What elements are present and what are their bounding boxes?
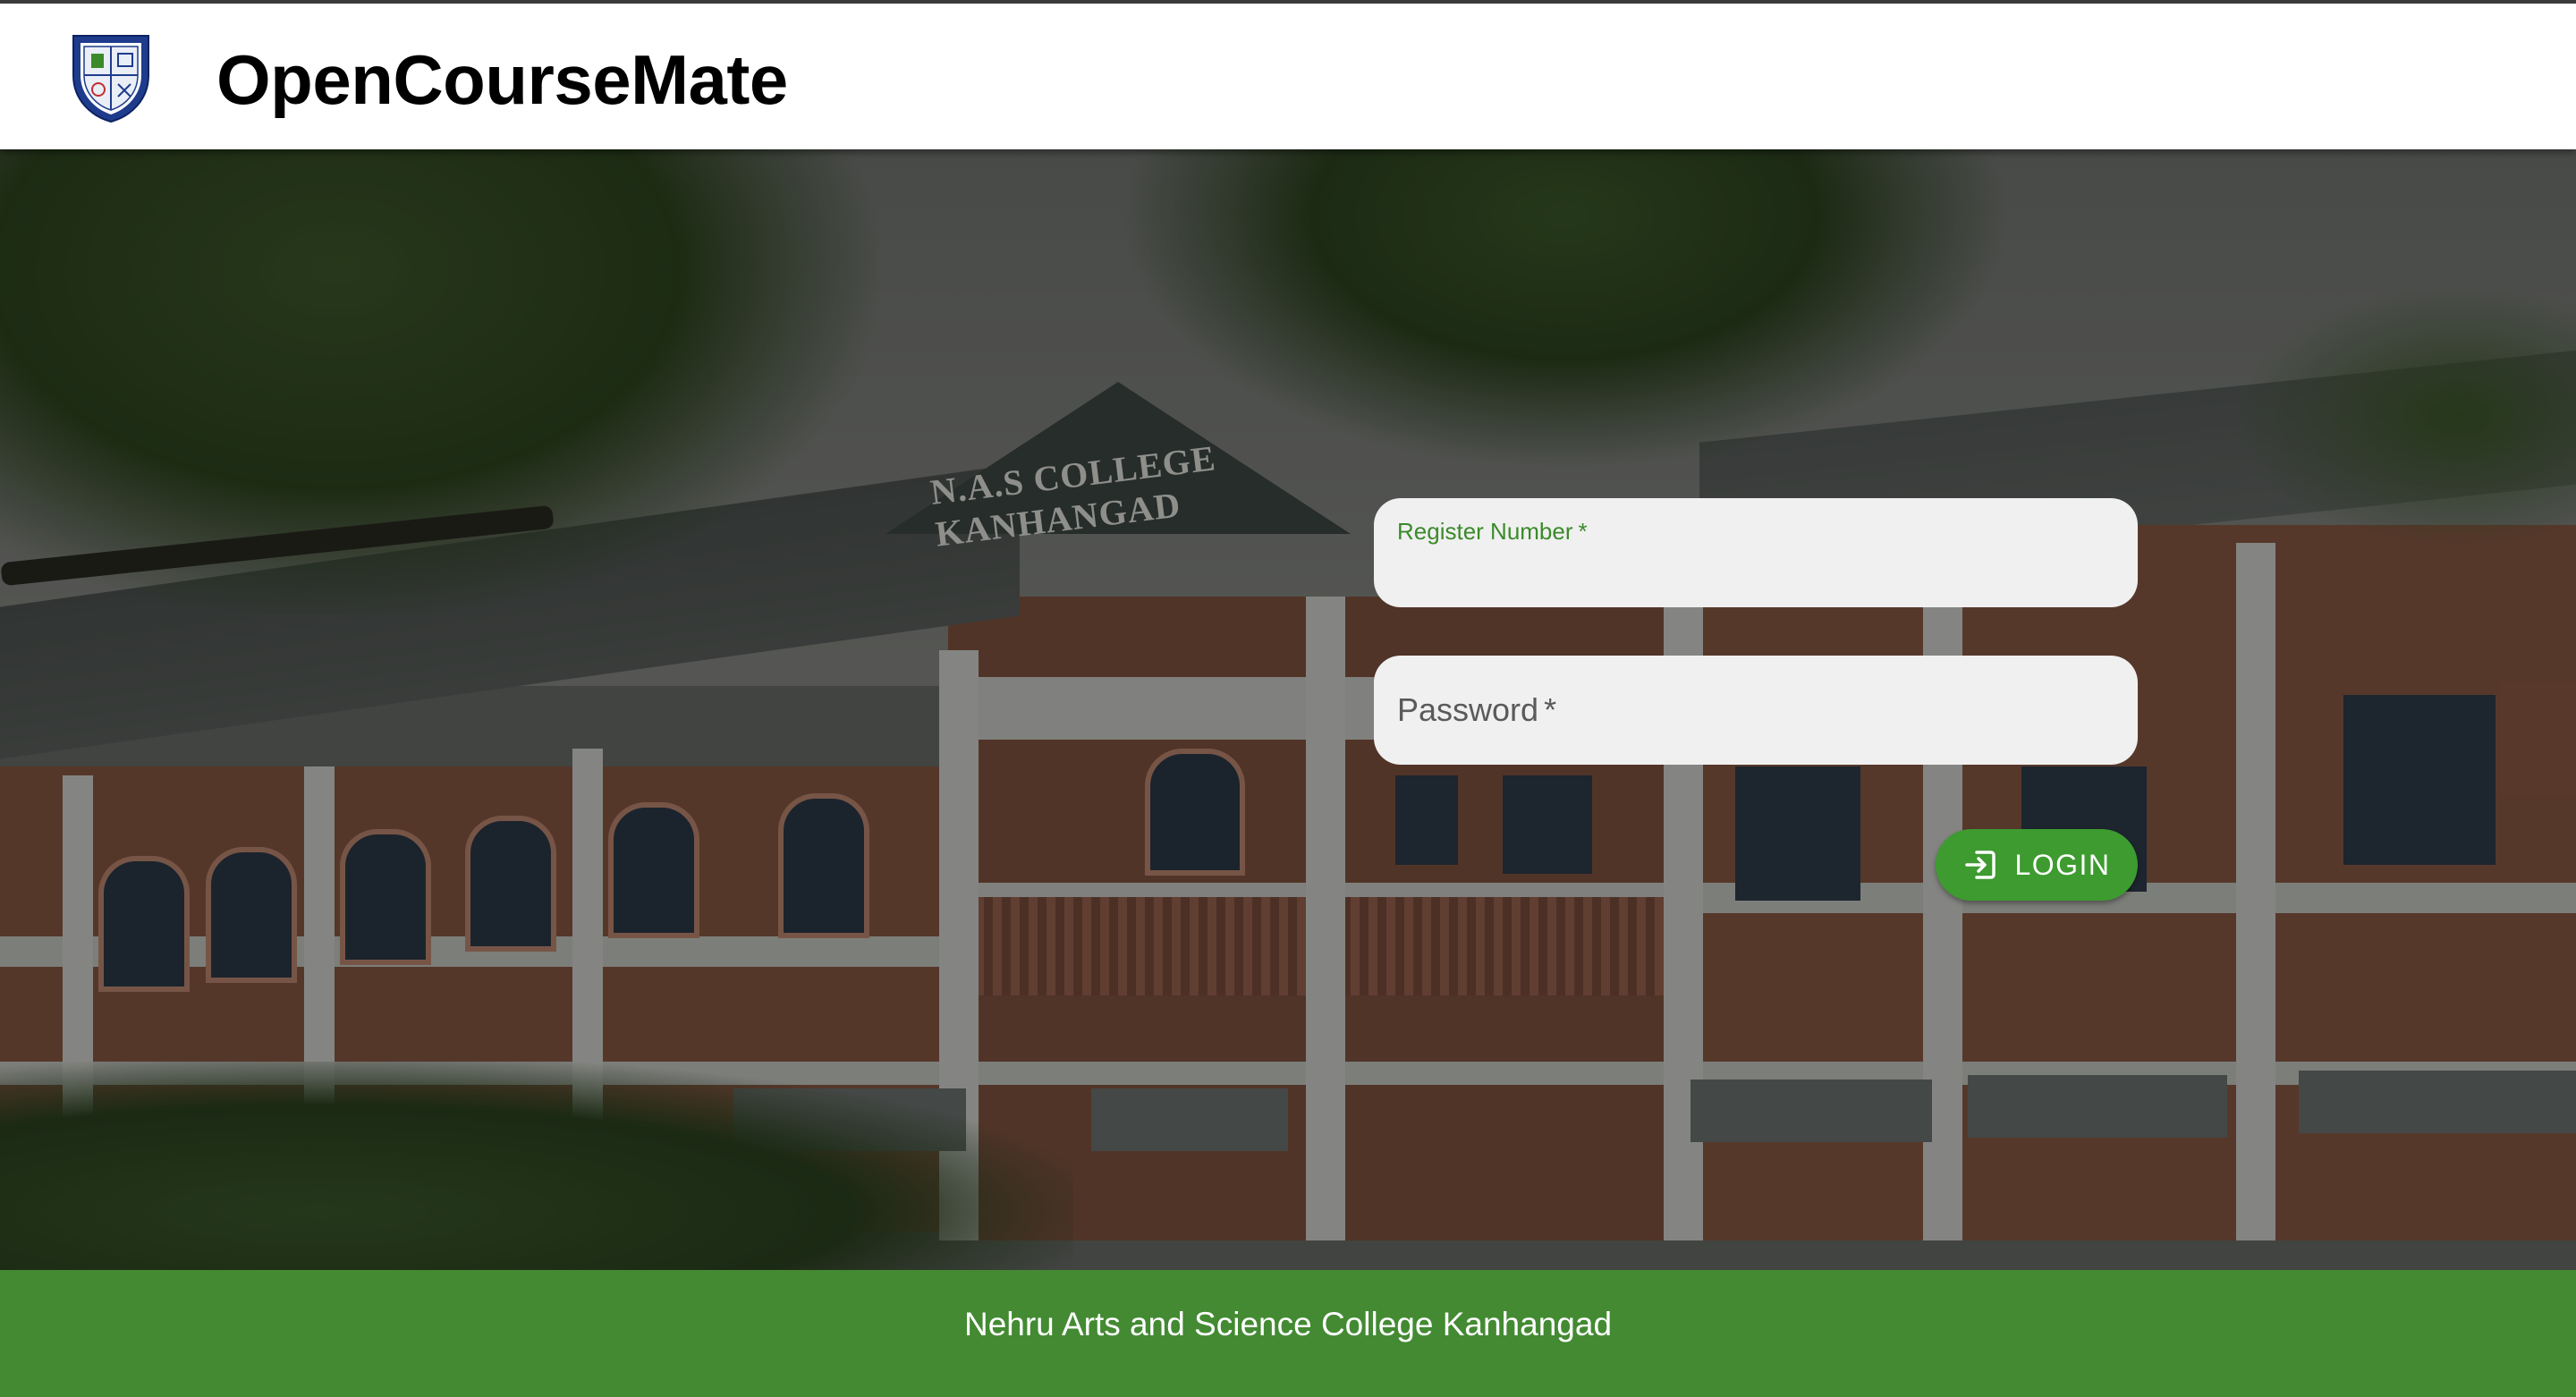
password-input[interactable]: [1397, 704, 2114, 752]
login-icon: [1965, 851, 1996, 879]
password-field[interactable]: Password *: [1374, 656, 2138, 765]
college-crest-icon: [72, 35, 149, 123]
login-button[interactable]: LOGIN: [1936, 829, 2138, 901]
hero-background-image: N.A.S COLLEGE KANHANGAD: [0, 149, 2576, 1270]
register-number-field[interactable]: Register Number *: [1374, 498, 2138, 607]
register-number-label: Register Number *: [1397, 518, 1588, 545]
login-button-label: LOGIN: [2014, 848, 2111, 881]
footer-college-name: Nehru Arts and Science College Kanhangad: [963, 1306, 1613, 1342]
register-number-input[interactable]: [1397, 546, 2114, 595]
app-header: OpenCourseMate: [0, 0, 2576, 149]
footer: Nehru Arts and Science College Kanhangad: [0, 1270, 2576, 1397]
app-title: OpenCourseMate: [216, 40, 788, 119]
